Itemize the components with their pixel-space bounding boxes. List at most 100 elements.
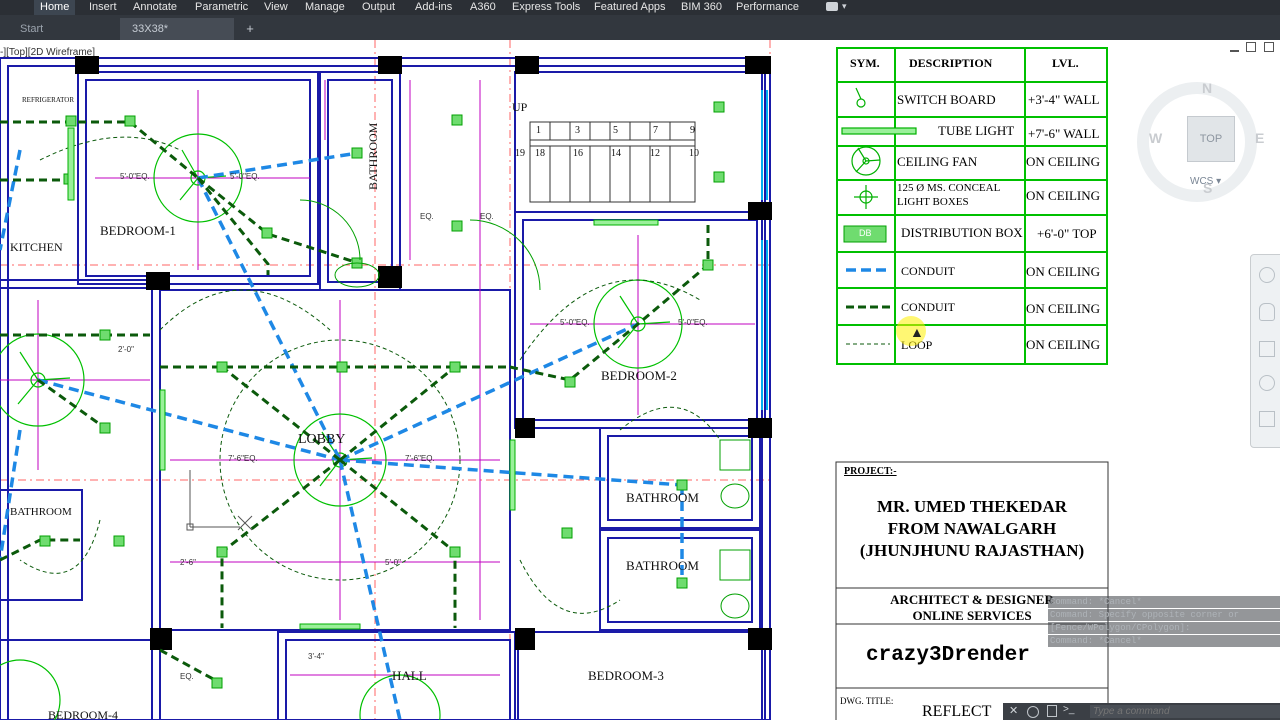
command-history-line: Command: *Cancel* [1048, 635, 1280, 647]
compass-west[interactable]: W [1149, 130, 1162, 146]
legend-level: ON CEILING [1026, 154, 1101, 169]
tab-drawing-label: 33X38* [132, 23, 169, 35]
tab-a360[interactable]: A360 [464, 0, 502, 15]
tab-annotate[interactable]: Annotate [127, 0, 183, 15]
command-history-line: Command: *Cancel* [1048, 596, 1280, 608]
legend-description: SWITCH BOARD [897, 92, 996, 107]
document-tab-bar: Start 33X38* + [0, 15, 1280, 41]
dimension-text: 2'-6" [180, 558, 196, 567]
dimension-text: 5'-0"EQ. [560, 318, 590, 327]
stair-number: 10 [689, 148, 699, 159]
stair-number: 1 [536, 125, 541, 136]
pan-hand-icon[interactable] [1259, 303, 1275, 321]
tab-featured-apps[interactable]: Featured Apps [588, 0, 672, 15]
stair-number: 19 [515, 148, 525, 159]
stair-number: 7 [653, 125, 658, 136]
dwg-title-label: DWG. TITLE: [840, 696, 894, 706]
legend-level: +6'-0" TOP [1037, 226, 1097, 241]
dimension-text: 7'-6"EQ. [405, 454, 435, 463]
tab-add-ins[interactable]: Add-ins [409, 0, 458, 15]
new-tab-button[interactable]: + [238, 18, 262, 40]
legend-description: 125 Ø MS. CONCEAL LIGHT BOXES [897, 182, 1000, 208]
room-label-bathroom-top: BATHROOM [366, 122, 380, 190]
dimension-text: 7'-6"EQ. [228, 454, 258, 463]
stair-number: 3 [575, 125, 580, 136]
command-input[interactable] [1090, 705, 1280, 718]
room-label-bathroom-right-2: BATHROOM [626, 558, 699, 573]
showmotion-icon[interactable] [1259, 411, 1275, 427]
recent-commands-icon[interactable] [1047, 705, 1057, 717]
legend-level: ON CEILING [1026, 301, 1101, 316]
wcs-menu[interactable]: WCS ▾ [1190, 176, 1221, 187]
room-label-refrigerator: REFRIGERATOR [22, 96, 74, 104]
room-label-bedroom-3: BEDROOM-3 [588, 668, 664, 683]
stair-number: 12 [650, 148, 660, 159]
plus-icon: + [246, 21, 254, 36]
room-label-bedroom-4: BEDROOM-4 [48, 708, 119, 720]
tab-parametric[interactable]: Parametric [189, 0, 254, 15]
dimension-text: EQ. [180, 672, 194, 681]
tab-bim-360[interactable]: BIM 360 [675, 0, 728, 15]
client-name: MR. UMED THEKEDAR FROM NAWALGARH (JHUNJH… [836, 496, 1108, 562]
wcs-label: WCS [1190, 176, 1214, 187]
tab-express-tools[interactable]: Express Tools [506, 0, 586, 15]
orbit-icon[interactable] [1259, 375, 1275, 391]
dwg-title-value: REFLECT [922, 703, 992, 720]
ribbon-tab-bar: Home Insert Annotate Parametric View Man… [0, 0, 1280, 15]
command-line-bar: ✕ >_ [1003, 703, 1280, 720]
compass-east[interactable]: E [1255, 130, 1264, 146]
tab-view[interactable]: View [258, 0, 294, 15]
close-icon[interactable]: ✕ [1009, 704, 1018, 717]
tab-start[interactable]: Start [8, 18, 118, 40]
viewcube-top-face[interactable]: TOP [1187, 116, 1235, 162]
dimension-text: 3'-4" [308, 652, 324, 661]
stair-number: 14 [611, 148, 621, 159]
chevron-down-icon: ▾ [1216, 176, 1222, 187]
legend-header-level: LVL. [1052, 56, 1079, 70]
crosshair-icon [237, 515, 253, 531]
steering-wheel-icon[interactable] [1259, 267, 1275, 283]
zoom-extents-icon[interactable] [1259, 341, 1275, 357]
legend-level: +3'-4" WALL [1028, 92, 1100, 107]
switch-boards [39, 101, 725, 689]
ribbon-toggle-icon[interactable] [826, 2, 838, 11]
stair-up-label: UP [512, 100, 528, 114]
conduit-green [0, 120, 710, 682]
room-label-hall: HALL [392, 668, 427, 683]
room-label-bedroom-1: BEDROOM-1 [100, 223, 176, 238]
legend-level: +7'-6" WALL [1028, 126, 1100, 141]
tab-insert[interactable]: Insert [83, 0, 123, 15]
chevron-down-icon[interactable]: ▾ [842, 1, 847, 12]
command-prompt-icon: >_ [1063, 704, 1075, 715]
legend-description: DISTRIBUTION BOX [901, 225, 1023, 240]
distribution-box-symbol: DB [859, 228, 872, 238]
dimension-text: 5'-0"EQ. [230, 172, 260, 181]
compass-north[interactable]: N [1202, 80, 1212, 96]
tab-output[interactable]: Output [356, 0, 401, 15]
room-label-bathroom-right-1: BATHROOM [626, 490, 699, 505]
customize-icon[interactable] [1027, 706, 1039, 718]
tab-manage[interactable]: Manage [299, 0, 351, 15]
cursor-icon: ▲ [910, 324, 924, 340]
brand-logo-text: crazy3Drender [866, 644, 1030, 667]
room-label-kitchen: KITCHEN [10, 240, 63, 254]
dimension-text: EQ. [480, 212, 494, 221]
legend-description: CEILING FAN [897, 154, 978, 169]
legend-description: CONDUIT [901, 300, 955, 314]
dimension-text: 5'-0"EQ. [120, 172, 150, 181]
stair-number: 18 [535, 148, 545, 159]
project-label: PROJECT:- [844, 466, 897, 477]
command-history: Command: *Cancel* Command: Specify oppos… [1048, 596, 1280, 648]
dimension-text: 2'-0" [118, 345, 134, 354]
client-line-3: (JHUNJHUNU RAJASTHAN) [859, 541, 1085, 560]
tab-home[interactable]: Home [34, 0, 76, 15]
viewcube[interactable]: N S E W TOP [1127, 40, 1267, 240]
legend-level: ON CEILING [1026, 188, 1101, 203]
tab-performance[interactable]: Performance [730, 0, 805, 15]
tab-drawing[interactable]: 33X38* [120, 18, 234, 40]
legend-level: ON CEILING [1026, 337, 1101, 352]
client-line-2: FROM NAWALGARH [887, 519, 1057, 538]
legend-header-description: DESCRIPTION [909, 56, 993, 70]
client-line-1: MR. UMED THEKEDAR [877, 497, 1067, 516]
room-label-bathroom-left: BATHROOM [10, 506, 72, 518]
